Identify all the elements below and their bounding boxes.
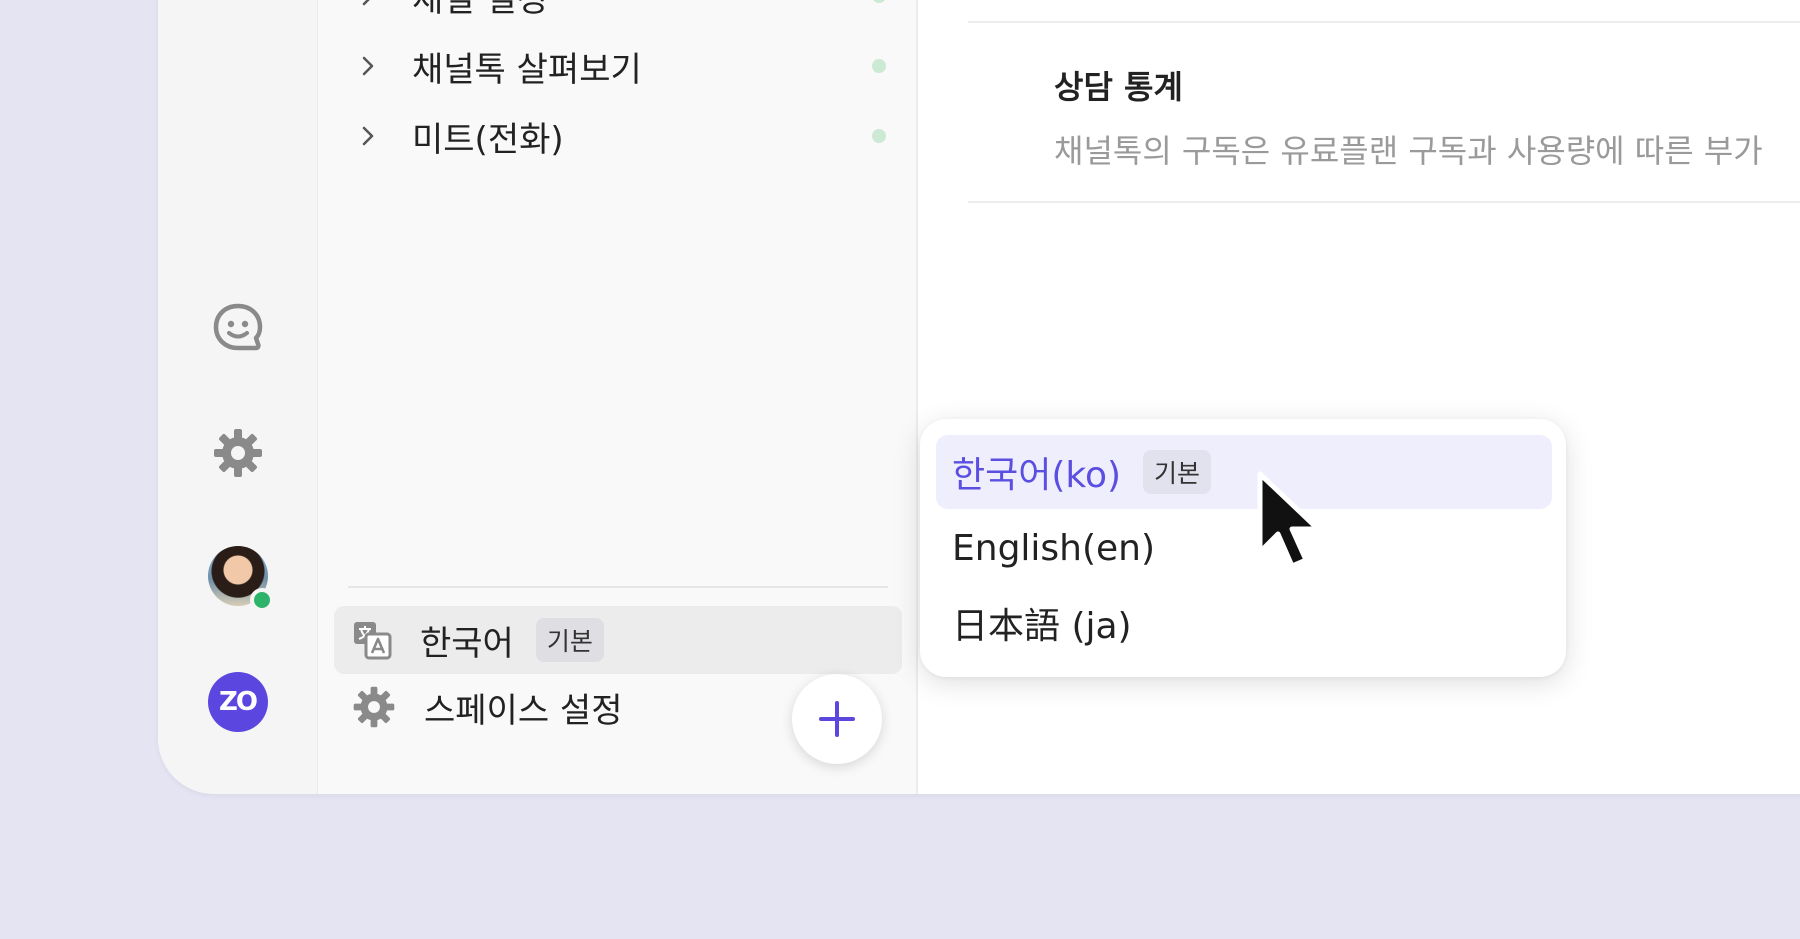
online-status-indicator	[249, 588, 274, 612]
section-description: 채널톡의 구독은 유료플랜 구독과 사용량에 따른 부가	[1054, 132, 1763, 170]
divider	[348, 586, 888, 588]
language-selector[interactable]: 한국어 기본	[334, 606, 902, 674]
default-badge: 기본	[535, 618, 604, 662]
chevron-right-icon	[362, 0, 370, 6]
mouse-cursor-icon	[1257, 471, 1321, 569]
language-option-ko[interactable]: 한국어(ko) 기본	[936, 435, 1552, 509]
chat-face-icon[interactable]	[212, 302, 264, 354]
gear-icon	[353, 686, 395, 728]
status-dot	[872, 0, 886, 3]
space-settings-label: 스페이스 설정	[424, 690, 623, 731]
option-label: English(en)	[952, 527, 1156, 569]
workspace-logo[interactable]: ZO	[207, 672, 268, 732]
divider	[968, 21, 1800, 23]
status-dot	[872, 129, 886, 143]
divider	[968, 201, 1800, 203]
space-settings[interactable]: 스페이스 설정	[352, 674, 623, 740]
translate-icon	[354, 622, 392, 660]
user-avatar[interactable]	[207, 546, 274, 612]
option-label: 한국어(ko)	[952, 455, 1122, 496]
language-option-en[interactable]: English(en)	[936, 511, 1552, 585]
nav-item-channel-settings[interactable]: 채널 설정	[358, 0, 898, 20]
language-option-ja[interactable]: 日本語 (ja)	[936, 586, 1552, 660]
language-label: 한국어	[420, 623, 514, 664]
chevron-right-icon	[362, 126, 374, 146]
nav-item-label: 미트(전화)	[412, 119, 564, 160]
default-badge: 기본	[1143, 450, 1212, 494]
language-dropdown: 한국어(ko) 기본 English(en) 日本語 (ja)	[920, 419, 1566, 677]
option-label: 日本語 (ja)	[952, 606, 1132, 647]
nav-item-meet[interactable]: 미트(전화)	[358, 112, 898, 160]
status-dot	[872, 59, 886, 73]
nav-item-label: 채널 설정	[412, 0, 548, 21]
plus-icon	[819, 701, 855, 737]
nav-item-label: 채널톡 살펴보기	[412, 49, 642, 90]
add-button[interactable]	[792, 674, 882, 764]
chevron-right-icon	[362, 56, 374, 76]
icon-rail: ZO	[158, 0, 318, 794]
nav-item-explore[interactable]: 채널톡 살펴보기	[358, 42, 898, 90]
section-title: 상담 통계	[1054, 68, 1183, 106]
navigation-panel: 채널 설정 채널톡 살펴보기 미트(전화) 한국어 기본	[318, 0, 918, 794]
gear-icon[interactable]	[212, 427, 264, 479]
